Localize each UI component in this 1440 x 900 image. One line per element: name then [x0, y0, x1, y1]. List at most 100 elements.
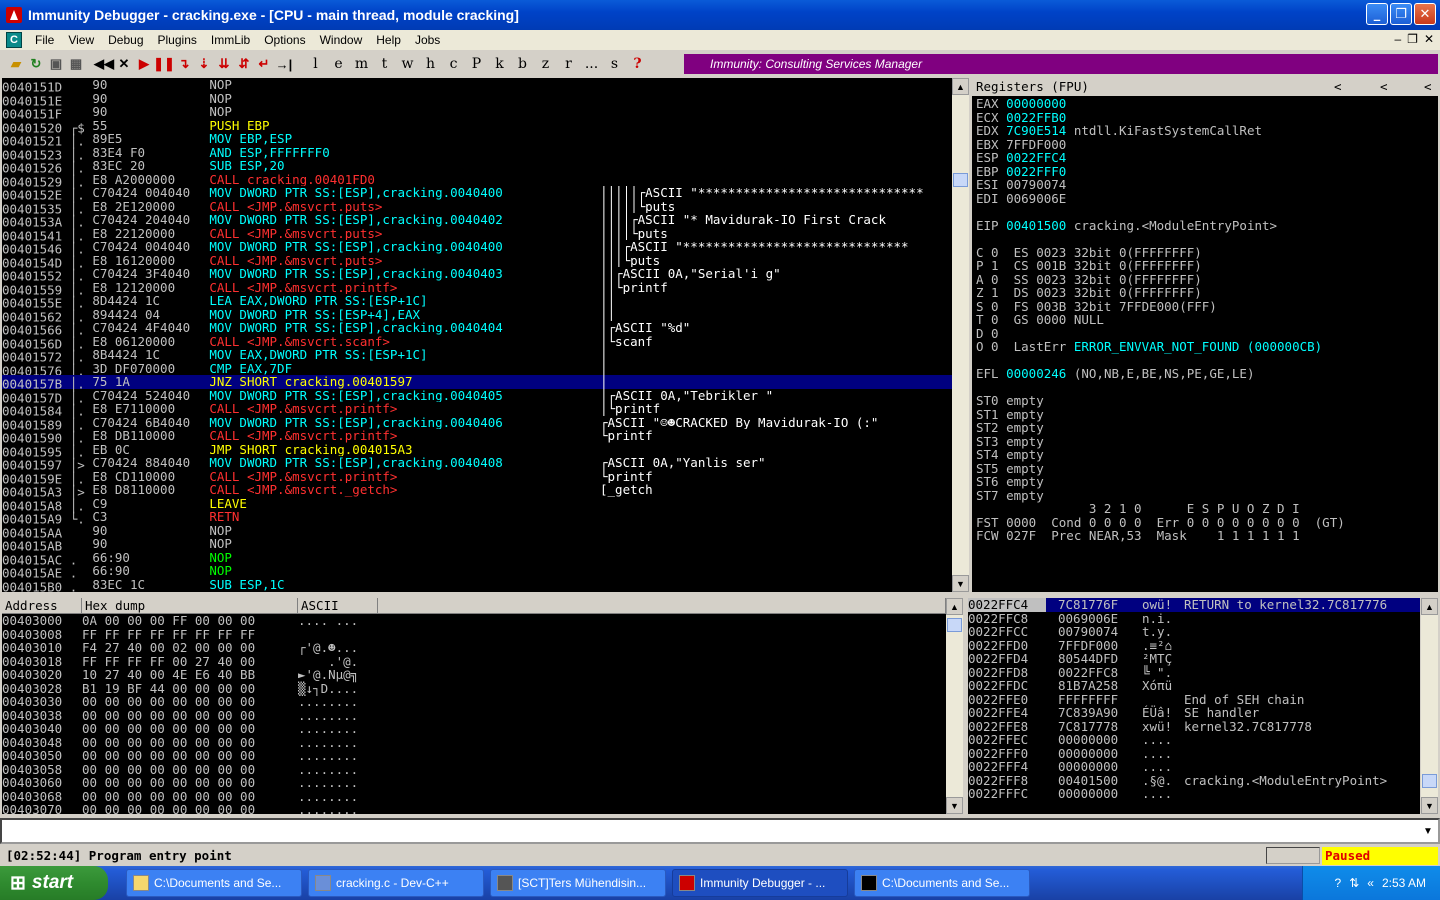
register-row[interactable]: ECX 0022FFB0: [976, 110, 1438, 125]
dump-row[interactable]: 00403038 00 00 00 00 00 00 00 00........: [2, 708, 946, 723]
disasm-row[interactable]: 0040159E │. E8 CD110000 CALL <JMP.&msvcr…: [2, 470, 952, 486]
disasm-row[interactable]: 00401523 │. 83E4 F0 AND ESP,FFFFFFF0: [2, 146, 952, 162]
stack-row[interactable]: 0022FFC4 7C81776F owü! RETURN to kernel32.7…: [968, 598, 1420, 612]
dump-row[interactable]: 00403070 00 00 00 00 00 00 00 00........: [2, 803, 946, 814]
flag-row[interactable]: A 0 SS 0023 32bit 0(FFFFFFFF): [976, 272, 1438, 287]
stack-row[interactable]: 0022FFE4 7C839A90 ÉÜâ! SE handler: [968, 706, 1420, 720]
toolbar-letter-P[interactable]: P: [465, 56, 488, 72]
restore-button[interactable]: ❐: [1390, 3, 1412, 25]
open-folder-icon[interactable]: ▰: [6, 54, 26, 74]
stack-row[interactable]: 0022FFF8 00401500 .§@. cracking.<ModuleEntr…: [968, 773, 1420, 788]
disasm-row[interactable]: 00401541 │. E8 22120000 CALL <JMP.&msvcr…: [2, 227, 952, 243]
flag-row[interactable]: P 1 CS 001B 32bit 0(FFFFFFFF): [976, 259, 1438, 273]
dump-row[interactable]: 00403018 FF FF FF FF 00 27 40 00 .'@.: [2, 654, 946, 669]
toolbar-letter-ellipsis[interactable]: ...: [580, 56, 603, 72]
stack-row[interactable]: 0022FFF0 00000000....: [968, 746, 1420, 761]
close-file-icon[interactable]: ▣: [46, 54, 66, 74]
flag-row[interactable]: C 0 ES 0023 32bit 0(FFFFFFFF): [976, 245, 1438, 260]
stack-row[interactable]: 0022FFD8 0022FFC8 ╚ ".: [968, 665, 1420, 680]
disasm-row[interactable]: 004015AB 90 NOP: [2, 537, 952, 553]
step-over-icon[interactable]: ⇣: [194, 54, 214, 74]
toolbar-letter-h[interactable]: h: [419, 56, 442, 72]
stack-scroll-thumb[interactable]: [1422, 774, 1437, 788]
scroll-up-icon[interactable]: ▲: [952, 78, 969, 95]
disasm-row[interactable]: 00401566 │. C70424 4F4040 MOV DWORD PTR …: [2, 321, 952, 337]
efl-row[interactable]: EFL 00000246 (NO,NB,E,BE,NS,PE,GE,LE): [976, 367, 1438, 381]
menu-jobs[interactable]: Jobs: [408, 33, 447, 47]
task-immunity[interactable]: Immunity Debugger - ...: [672, 869, 848, 897]
fpu-st-row[interactable]: ST6 empty: [976, 475, 1438, 489]
goto-icon[interactable]: →|: [274, 54, 294, 74]
dump-row[interactable]: 00403058 00 00 00 00 00 00 00 00........: [2, 762, 946, 777]
prev-view-icon[interactable]: <: [1334, 78, 1342, 96]
disasm-row[interactable]: 00401584 │. E8 E7110000 CALL <JMP.&msvcr…: [2, 402, 952, 418]
disasm-row[interactable]: 0040153A │. C70424 204040 MOV DWORD PTR …: [2, 213, 952, 229]
trace-into-icon[interactable]: ⇊: [214, 54, 234, 74]
disasm-row[interactable]: 004015A3 │> E8 D8110000 CALL <JMP.&msvcr…: [2, 483, 952, 499]
disasm-row[interactable]: 00401559 │. E8 12120000 CALL <JMP.&msvcr…: [2, 281, 952, 297]
disasm-row[interactable]: 0040157D │. C70424 524040 MOV DWORD PTR …: [2, 389, 952, 405]
dump-scrollbar[interactable]: ▲ ▼: [946, 598, 963, 814]
tray-expand-icon[interactable]: «: [1367, 876, 1374, 890]
fpu-st-row[interactable]: ST1 empty: [976, 407, 1438, 422]
disasm-row[interactable]: 004015A9 └. C3 RETN: [2, 510, 952, 526]
disasm-row[interactable]: 0040155E │. 8D4424 1C LEA EAX,DWORD PTR …: [2, 294, 952, 310]
trace-over-icon[interactable]: ⇵: [234, 54, 254, 74]
fpu-st-row[interactable]: ST3 empty: [976, 434, 1438, 449]
dump-row[interactable]: 00403048 00 00 00 00 00 00 00 00........: [2, 735, 946, 750]
menu-debug[interactable]: Debug: [101, 33, 150, 47]
fpu-st-row[interactable]: ST5 empty: [976, 461, 1438, 476]
menu-plugins[interactable]: Plugins: [151, 33, 204, 47]
disasm-row[interactable]: 00401597 │> C70424 884040 MOV DWORD PTR …: [2, 456, 952, 472]
consulting-banner[interactable]: Immunity: Consulting Services Manager: [684, 54, 1438, 74]
disassembly-pane[interactable]: 0040151D 90 NOP 0040151E 90 NOP 0040151F 9…: [2, 78, 952, 592]
disasm-row[interactable]: 0040151D 90 NOP: [2, 78, 952, 94]
execute-till-return-icon[interactable]: ↵: [254, 54, 274, 74]
close-button[interactable]: ✕: [1414, 3, 1436, 25]
disasm-row[interactable]: 00401595 │. EB 0C JMP SHORT cracking.004…: [2, 443, 952, 459]
disasm-row[interactable]: 0040152E │. C70424 004040 MOV DWORD PTR …: [2, 186, 952, 202]
dump-row[interactable]: 00403020 10 27 40 00 4E E6 40 BB ►'@.Nµ@╗: [2, 668, 946, 682]
toolbar-letter-w[interactable]: w: [396, 56, 419, 72]
stack-row[interactable]: 0022FFE0 FFFFFFFF End of SEH chain: [968, 692, 1420, 707]
disasm-row[interactable]: 00401589 │. C70424 6B4040 MOV DWORD PTR …: [2, 416, 952, 432]
stack-row[interactable]: 0022FFD4 80544DFD ²MTÇ: [968, 652, 1420, 666]
disasm-row[interactable]: 00401529 │. E8 A2000000 CALL cracking.00…: [2, 173, 952, 189]
disasm-row[interactable]: 0040157B │. 75 1A JNZ SHORT cracking.004…: [2, 375, 952, 391]
stack-row[interactable]: 0022FFF4 00000000....: [968, 760, 1420, 774]
menu-view[interactable]: View: [61, 33, 101, 47]
immunity-app-icon[interactable]: [6, 7, 22, 23]
disasm-row[interactable]: 00401520 ┌$ 55 PUSH EBP: [2, 119, 952, 135]
dump-scroll-thumb[interactable]: [947, 618, 962, 632]
rewind-icon[interactable]: ◀◀: [94, 54, 114, 74]
disasm-row[interactable]: 00401572 │. 8B4424 1C MOV EAX,DWORD PTR …: [2, 348, 952, 364]
dump-row[interactable]: 00403030 00 00 00 00 00 00 00 00........: [2, 695, 946, 709]
register-row[interactable]: EDX 7C90E514 ntdll.KiFastSystemCallRet: [976, 124, 1438, 138]
toolbar-letter-e[interactable]: e: [327, 56, 350, 72]
stack-row[interactable]: 0022FFDC 81B7A258 Xóπü: [968, 679, 1420, 693]
disasm-row[interactable]: 004015AA 90 NOP: [2, 524, 952, 540]
menu-file[interactable]: File: [28, 33, 61, 47]
flag-row[interactable]: Z 1 DS 0023 32bit 0(FFFFFFFF): [976, 286, 1438, 300]
fpu-st-row[interactable]: ST4 empty: [976, 448, 1438, 462]
stack-scroll-down-icon[interactable]: ▼: [1421, 797, 1438, 814]
dump-scroll-up-icon[interactable]: ▲: [946, 598, 963, 615]
mdi-close-icon[interactable]: ✕: [1424, 32, 1434, 46]
mdi-minimize-icon[interactable]: –: [1394, 32, 1401, 46]
task-cmd[interactable]: C:\Documents and Se...: [854, 869, 1030, 897]
help-tray-icon[interactable]: ?: [1335, 876, 1342, 890]
task-explorer-1[interactable]: C:\Documents and Se...: [126, 869, 302, 897]
menu-immlib[interactable]: ImmLib: [204, 33, 257, 47]
disasm-row[interactable]: 0040154D │. E8 16120000 CALL <JMP.&msvcr…: [2, 254, 952, 270]
pause-icon[interactable]: ❚❚: [153, 54, 175, 74]
fpu-st-row[interactable]: ST0 empty: [976, 394, 1438, 408]
stack-row[interactable]: 0022FFCC 00790074 t.y.: [968, 625, 1420, 639]
dump-row[interactable]: 00403010 F4 27 40 00 02 00 00 00 ┌'@.☻...: [2, 641, 946, 655]
stack-scrollbar[interactable]: ▲ ▼: [1421, 598, 1438, 814]
dump-row[interactable]: 00403068 00 00 00 00 00 00 00 00........: [2, 789, 946, 804]
disasm-row[interactable]: 00401552 │. C70424 3F4040 MOV DWORD PTR …: [2, 267, 952, 283]
disasm-row[interactable]: 004015AC . 66:90 NOP: [2, 551, 952, 567]
stack-row[interactable]: 0022FFE8 7C817778 xwü! kernel32.7C817778: [968, 719, 1420, 734]
dump-row[interactable]: 00403000 0A 00 00 00 FF 00 00 00 .... ...: [2, 614, 946, 628]
fpu-st-row[interactable]: ST2 empty: [976, 421, 1438, 435]
